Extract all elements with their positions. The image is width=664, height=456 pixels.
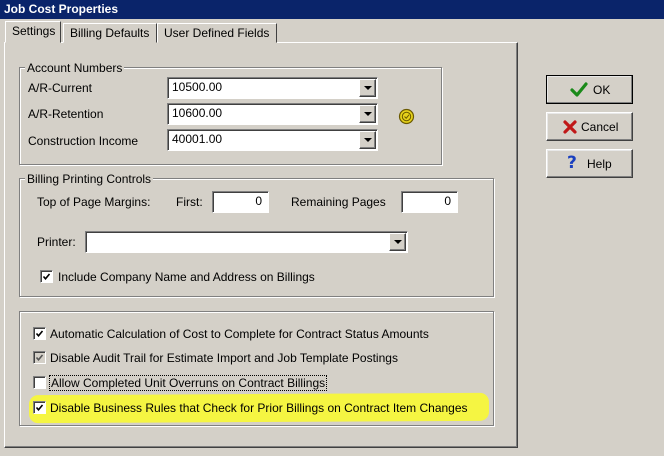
tab-settings-label: Settings: [12, 24, 56, 38]
ar-retention-dropdown-button[interactable]: [359, 105, 376, 123]
disable-business-rules-checkbox[interactable]: [33, 401, 46, 414]
chevron-down-icon: [363, 138, 372, 142]
ar-retention-combo[interactable]: 10600.00: [167, 103, 378, 125]
auto-calc-label: Automatic Calculation of Cost to Complet…: [50, 327, 429, 341]
first-margin-value: 0: [255, 194, 262, 208]
title-bar: Job Cost Properties: [0, 0, 664, 19]
account-numbers-legend: Account Numbers: [25, 61, 125, 75]
checkmark-icon: [36, 404, 43, 411]
construction-income-value: 40001.00: [172, 132, 223, 146]
billing-printing-legend: Billing Printing Controls: [25, 172, 154, 186]
checkmark-icon: [570, 82, 588, 97]
disable-audit-trail-checkbox[interactable]: [33, 351, 46, 364]
tab-settings[interactable]: Settings: [5, 21, 61, 43]
include-company-label: Include Company Name and Address on Bill…: [58, 270, 315, 284]
printer-combo[interactable]: [85, 231, 408, 253]
disable-audit-trail-label: Disable Audit Trail for Estimate Import …: [50, 351, 398, 365]
coin-icon[interactable]: [398, 108, 415, 125]
include-company-checkbox[interactable]: [40, 270, 53, 283]
chevron-down-icon: [363, 86, 372, 90]
disable-business-rules-label: Disable Business Rules that Check for Pr…: [50, 401, 468, 415]
question-icon: ?: [567, 153, 577, 173]
chevron-down-icon: [393, 240, 402, 244]
first-label: First:: [176, 195, 203, 209]
cancel-label: Cancel: [581, 120, 619, 134]
checkmark-icon: [36, 330, 43, 337]
chevron-down-icon: [363, 112, 372, 116]
printer-dropdown-button[interactable]: [389, 233, 406, 251]
construction-income-label: Construction Income: [28, 134, 139, 148]
margins-label: Top of Page Margins:: [37, 195, 151, 209]
tab-user-defined-fields-label: User Defined Fields: [164, 26, 270, 40]
construction-income-combo[interactable]: 40001.00: [167, 129, 378, 151]
ar-retention-value: 10600.00: [172, 106, 223, 120]
ar-retention-label: A/R-Retention: [28, 107, 104, 121]
allow-overruns-label: Allow Completed Unit Overruns on Contrac…: [49, 375, 328, 391]
tab-billing-defaults-label: Billing Defaults: [70, 26, 150, 40]
checkmark-icon: [36, 354, 43, 361]
auto-calc-checkbox[interactable]: [33, 327, 46, 340]
cancel-button[interactable]: Cancel: [546, 112, 633, 141]
x-icon: [563, 120, 577, 134]
first-margin-input[interactable]: 0: [212, 191, 269, 213]
construction-income-dropdown-button[interactable]: [359, 131, 376, 149]
ar-current-combo[interactable]: 10500.00: [167, 77, 378, 99]
ok-label: OK: [593, 83, 611, 97]
help-button[interactable]: ? Help: [546, 149, 633, 178]
tab-user-defined-fields[interactable]: User Defined Fields: [157, 23, 277, 43]
ar-current-label: A/R-Current: [28, 81, 93, 95]
remaining-pages-label: Remaining Pages: [291, 195, 386, 209]
allow-overruns-checkbox[interactable]: [33, 376, 46, 389]
tab-billing-defaults[interactable]: Billing Defaults: [63, 23, 157, 43]
ok-button[interactable]: OK: [546, 75, 633, 104]
printer-label: Printer:: [37, 235, 76, 249]
remaining-pages-input[interactable]: 0: [401, 191, 458, 213]
help-label: Help: [587, 157, 612, 171]
ar-current-value: 10500.00: [172, 80, 223, 94]
ar-current-dropdown-button[interactable]: [359, 79, 376, 97]
checkmark-icon: [43, 273, 50, 280]
remaining-pages-value: 0: [444, 194, 451, 208]
window-title: Job Cost Properties: [4, 2, 119, 16]
